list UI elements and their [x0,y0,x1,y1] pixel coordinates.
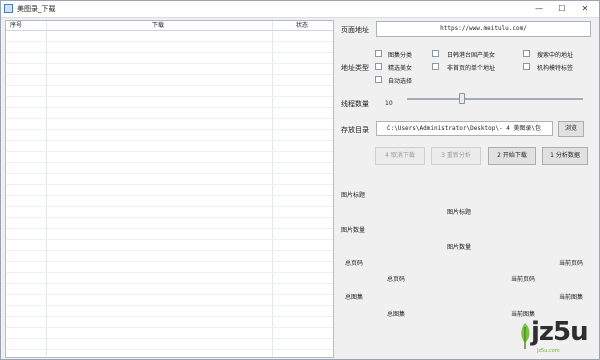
grid-line [6,239,333,240]
site-watermark: jz5u jz5u.com [513,317,599,357]
option-label: 非首页的单个地址 [447,65,496,72]
option-label: 日韩港台国产美女 [447,52,496,59]
window-title: 美图录_下载 [17,5,56,13]
app-window: 美图录_下载 — ☐ ✕ 序号 下载 状态 页面地址 https://www.m… [0,0,600,360]
checkbox-agency-tag[interactable] [523,63,530,70]
grid-line [6,228,333,229]
option-label: 自动选择 [388,78,413,85]
option-label: 搜索中的地址 [537,52,574,59]
grid-line [6,107,333,108]
grid-line [6,195,333,196]
thread-slider-handle[interactable] [459,93,465,104]
checkbox-search-url[interactable] [523,50,530,57]
grid-line [6,151,333,152]
page-url-input[interactable]: https://www.meitulu.com/ [376,21,591,37]
save-dir-label: 存放目录 [341,126,369,134]
grid-line [6,272,333,273]
title-bar: 美图录_下载 — ☐ ✕ [1,1,599,18]
grid-line [6,85,333,86]
analyze-data-button[interactable]: 1 分析数据 [542,147,588,165]
current-page-label: 当前页码 [559,260,584,267]
image-count-label: 图片数量 [341,227,366,234]
save-dir-input[interactable]: C:\Users\Administrator\Desktop\- 4 美图录\包 [376,121,553,136]
thread-count-value: 10 [385,100,393,107]
grid-line [6,327,333,328]
minimize-button[interactable]: — [529,2,549,15]
option-label: 机构模特标签 [537,65,574,72]
grid-line [6,140,333,141]
browse-button[interactable]: 浏览 [558,121,584,137]
checkbox-featured[interactable] [375,63,382,70]
column-header-download[interactable]: 下载 [152,21,164,30]
grid-line [6,52,333,53]
download-list[interactable]: 序号 下载 状态 [5,20,334,358]
cancel-download-button[interactable]: 4 取消下载 [375,147,425,165]
grid-line [6,63,333,64]
option-label: 精选美女 [388,65,413,72]
checkbox-single-url[interactable] [432,63,439,70]
maximize-button[interactable]: ☐ [552,2,572,15]
grid-line [6,206,333,207]
total-pages-value: 总页码 [387,276,406,283]
grid-line [6,283,333,284]
total-pages-label: 总页码 [345,260,364,267]
grid-line [6,294,333,295]
checkbox-gallery-category[interactable] [375,50,382,57]
checkbox-asian-beauty[interactable] [432,50,439,57]
grid-line [6,41,333,42]
current-page-value: 当前页码 [511,276,536,283]
total-sets-label: 总图集 [345,294,364,301]
close-button[interactable]: ✕ [573,2,597,15]
grid-line [6,96,333,97]
list-header: 序号 下载 状态 [6,21,333,31]
column-divider [46,21,47,357]
column-header-status[interactable]: 状态 [296,21,308,30]
total-sets-value: 总图集 [387,311,406,318]
watermark-url: jz5u.com [537,348,560,354]
app-icon [4,4,13,13]
grid-line [6,338,333,339]
grid-line [6,305,333,306]
column-header-index[interactable]: 序号 [10,21,22,30]
grid-line [6,118,333,119]
current-set-label: 当前图集 [559,294,584,301]
image-title-value: 图片标题 [447,209,472,216]
page-url-label: 页面地址 [341,26,369,34]
grid-line [6,217,333,218]
option-label: 图集分类 [388,52,413,59]
grid-line [6,184,333,185]
column-divider [272,21,273,357]
grid-line [6,250,333,251]
address-type-label: 地址类型 [341,64,369,72]
image-title-label: 图片标题 [341,192,366,199]
reanalyze-button[interactable]: 3 重新分析 [431,147,481,165]
grid-line [6,129,333,130]
thread-slider-track[interactable] [407,98,583,100]
grid-line [6,349,333,350]
watermark-brand: jz5u [531,317,589,347]
start-download-button[interactable]: 2 开始下载 [488,147,536,165]
thread-count-label: 线程数量 [341,100,369,108]
grid-line [6,261,333,262]
grid-line [6,74,333,75]
image-count-value: 图片数量 [447,244,472,251]
grid-line [6,162,333,163]
checkbox-auto-select[interactable] [375,76,382,83]
grid-line [6,316,333,317]
grid-line [6,173,333,174]
